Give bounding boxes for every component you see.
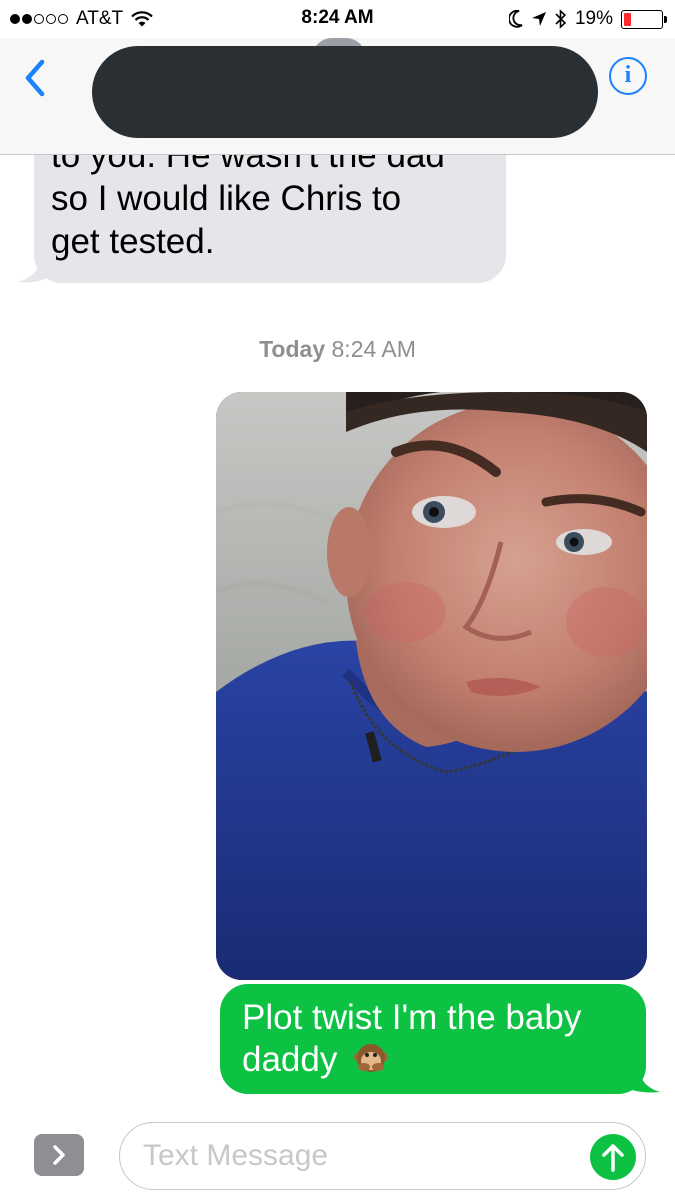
battery-percent: 19% (574, 8, 613, 29)
contact-name-redaction[interactable] (92, 46, 598, 138)
message-input[interactable]: Text Message (119, 1122, 646, 1190)
outgoing-photo-message[interactable] (216, 392, 647, 980)
timestamp-day: Today (259, 336, 326, 362)
incoming-line-2: so I would like Chris to (51, 179, 402, 218)
status-bar: AT&T 8:24 AM 19% (0, 0, 675, 38)
timestamp-time: 8:24 AM (331, 336, 416, 362)
selfie-photo (216, 392, 647, 980)
apps-button[interactable] (34, 1134, 84, 1176)
location-arrow-icon (531, 12, 546, 26)
moon-icon (508, 10, 523, 28)
battery-icon (621, 9, 667, 29)
bluetooth-icon (555, 9, 567, 29)
outgoing-message-bubble[interactable]: Plot twist I'm the baby daddy (220, 984, 646, 1094)
speak-no-evil-monkey-icon (354, 1044, 389, 1072)
chevron-right-icon (53, 1145, 65, 1165)
send-button[interactable] (590, 1134, 636, 1180)
incoming-bubble-tail (18, 254, 56, 283)
outgoing-bubble-tail (618, 1064, 660, 1093)
chevron-left-icon (25, 59, 45, 97)
status-right: 19% (508, 6, 667, 32)
outgoing-message-text: Plot twist I'm the baby daddy (242, 998, 582, 1079)
back-button[interactable] (18, 56, 54, 100)
nav-bar: i (0, 38, 675, 155)
message-timestamp: Today 8:24 AM (0, 336, 675, 363)
battery-level-fill (624, 12, 631, 26)
arrow-up-icon (602, 1144, 624, 1172)
input-bar: Text Message (0, 1110, 675, 1200)
info-button[interactable]: i (609, 57, 647, 95)
incoming-line-3: get tested. (51, 222, 215, 261)
